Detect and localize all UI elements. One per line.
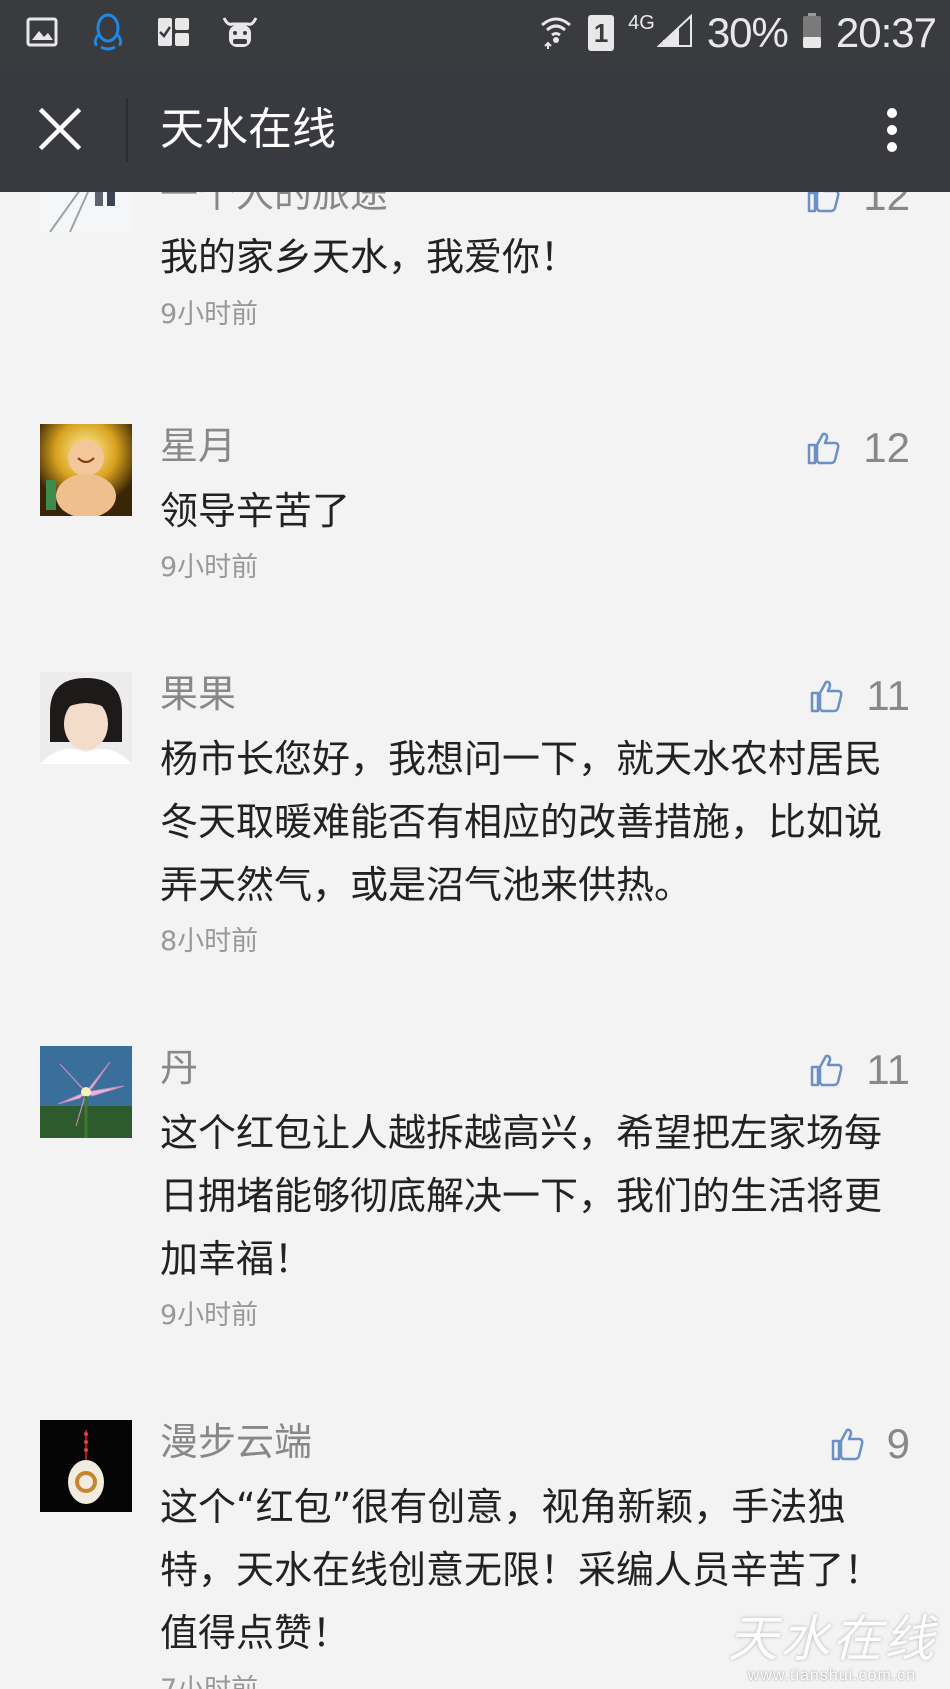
- comment-item: 星月 12 领导辛苦了 9小时前: [0, 424, 950, 624]
- app-bar-divider: [126, 98, 128, 162]
- thumbs-up-icon: [811, 1054, 843, 1087]
- gallery-icon: [22, 12, 62, 52]
- like-count: 11: [866, 1046, 910, 1093]
- signal-icon: [656, 13, 693, 52]
- more-dot-icon: [887, 142, 897, 152]
- comment-item: 丹 11 这个红包让人越拆越高兴，希望把左家场每日拥堵能够彻底解决一下，我们的生…: [0, 1046, 950, 1346]
- avatar[interactable]: [40, 424, 132, 516]
- clock: 20:37: [835, 9, 937, 56]
- notification-icons: [22, 12, 260, 52]
- app-bar: 天水在线: [0, 66, 950, 192]
- battery-icon: [802, 13, 822, 53]
- avatar[interactable]: [40, 192, 132, 232]
- like-button[interactable]: 11: [810, 1046, 910, 1094]
- close-button[interactable]: [30, 99, 90, 159]
- like-count: 12: [863, 192, 910, 219]
- like-button[interactable]: 12: [807, 192, 910, 220]
- network-type: 4G: [628, 11, 655, 34]
- watermark-logo: 天水在线: [728, 1610, 936, 1668]
- avatar[interactable]: [40, 1046, 132, 1138]
- task-icon: [154, 12, 194, 52]
- like-button[interactable]: 12: [807, 424, 910, 472]
- cow-icon: [220, 12, 260, 52]
- comment-list[interactable]: 一个人的旅途 12 我的家乡天水，我爱你！ 9小时前 星月 12 领导辛苦了 9…: [0, 192, 950, 1689]
- comment-nickname[interactable]: 星月: [160, 422, 236, 470]
- close-icon: [38, 107, 82, 151]
- comment-item: 果果 11 杨市长您好，我想问一下，就天水农村居民冬天取暖难能否有相应的改善措施…: [0, 672, 950, 972]
- comment-time: 9小时前: [160, 299, 259, 330]
- thumbs-up-icon: [831, 1428, 864, 1461]
- comment-nickname[interactable]: 漫步云端: [160, 1418, 312, 1466]
- comment-text: 我的家乡天水，我爱你！: [160, 235, 579, 279]
- site-watermark: 天水在线 www.tianshui.com.cn: [728, 1611, 936, 1685]
- thumbs-up-icon: [811, 680, 843, 713]
- watermark-url: www.tianshui.com.cn: [747, 1667, 917, 1684]
- like-count: 9: [886, 1420, 910, 1467]
- comment-time: 7小时前: [160, 1672, 258, 1689]
- comment-nickname[interactable]: 一个人的旅途: [160, 192, 388, 218]
- battery-percent: 30%: [706, 9, 789, 56]
- like-button[interactable]: 9: [831, 1420, 910, 1468]
- avatar[interactable]: [40, 672, 132, 764]
- thumbs-up-icon: [808, 432, 840, 465]
- comment-text: 这个红包让人越拆越高兴，希望把左家场每日拥堵能够彻底解决一下，我们的生活将更加幸…: [160, 1111, 883, 1281]
- comment-nickname[interactable]: 果果: [160, 670, 236, 718]
- more-dot-icon: [887, 108, 897, 118]
- thumbs-up-icon: [808, 192, 840, 213]
- comment-time: 9小时前: [160, 552, 259, 583]
- comment-item: 一个人的旅途 12 我的家乡天水，我爱你！ 9小时前: [0, 192, 950, 370]
- comment-time: 8小时前: [160, 926, 259, 957]
- avatar[interactable]: [40, 1420, 132, 1512]
- comment-nickname[interactable]: 丹: [160, 1044, 198, 1092]
- comment-time: 9小时前: [160, 1300, 259, 1331]
- more-dot-icon: [887, 125, 897, 135]
- comment-text: 领导辛苦了: [160, 489, 351, 533]
- page-title: 天水在线: [160, 104, 336, 155]
- more-menu-button[interactable]: [872, 102, 912, 158]
- qq-icon: [88, 12, 128, 52]
- comment-text: 杨市长您好，我想问一下，就天水农村居民冬天取暖难能否有相应的改善措施，比如说弄天…: [160, 737, 883, 907]
- like-count: 11: [866, 672, 910, 719]
- like-button[interactable]: 11: [810, 672, 910, 720]
- like-count: 12: [863, 424, 910, 471]
- wifi-icon: [538, 13, 574, 53]
- sim-number: 1: [593, 17, 609, 48]
- status-bar: 1 4G 30% 20:37: [0, 0, 950, 66]
- system-status: 1 4G 30% 20:37: [538, 8, 937, 58]
- sim-icon: 1: [588, 15, 615, 51]
